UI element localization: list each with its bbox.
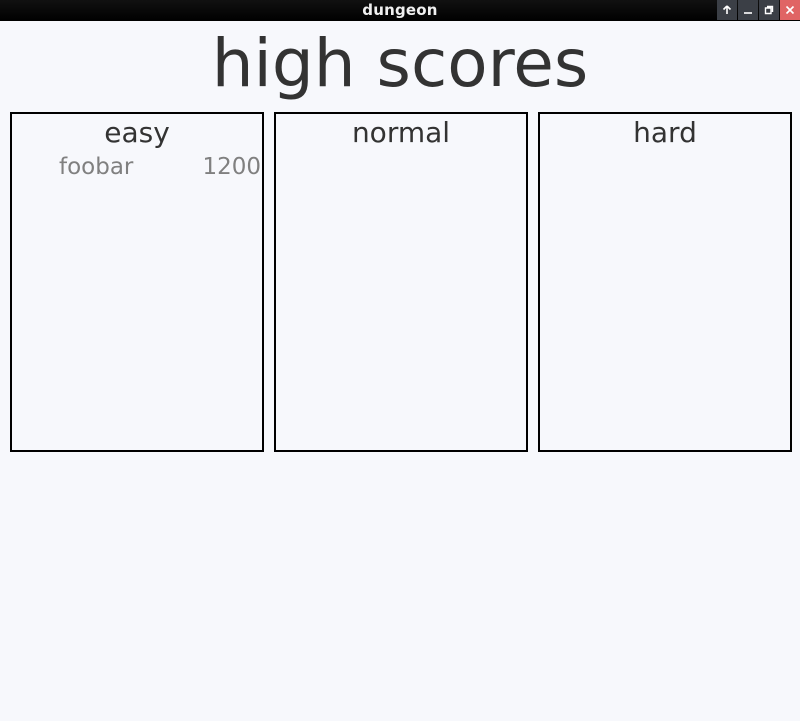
maximize-button[interactable] <box>759 0 779 20</box>
panel-title-easy: easy <box>104 116 170 149</box>
page-title: high scores <box>211 25 589 102</box>
title-bar[interactable]: dungeon <box>0 0 800 21</box>
game-window: dungeon high scores easy foobar 1200 nor… <box>0 0 800 721</box>
window-controls <box>716 0 800 21</box>
panel-title-hard: hard <box>633 116 697 149</box>
close-button[interactable] <box>780 0 800 20</box>
minimize-icon <box>744 12 752 14</box>
panel-title-normal: normal <box>351 116 451 149</box>
score-row: foobar 1200 <box>12 152 262 182</box>
player-name: foobar <box>59 154 134 180</box>
window-title: dungeon <box>362 1 438 19</box>
player-score: 1200 <box>202 154 261 180</box>
score-panel-normal: normal <box>274 112 528 452</box>
restore-icon <box>764 5 774 15</box>
score-panel-hard: hard <box>538 112 792 452</box>
arrow-up-icon <box>722 5 732 14</box>
close-icon <box>785 5 795 15</box>
raise-button[interactable] <box>717 0 737 20</box>
score-panel-easy: easy foobar 1200 <box>10 112 264 452</box>
minimize-button[interactable] <box>738 0 758 20</box>
